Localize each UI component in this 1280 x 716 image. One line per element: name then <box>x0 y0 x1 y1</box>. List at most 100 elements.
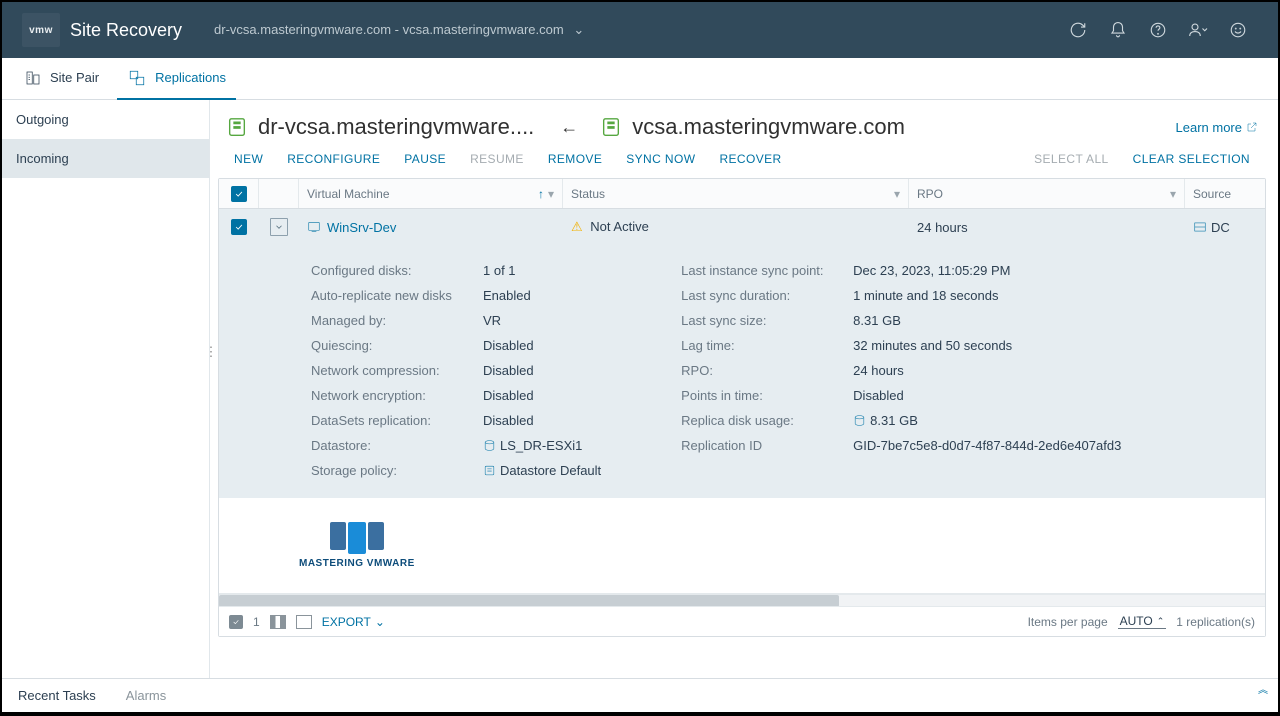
source-site-title: dr-vcsa.masteringvmware.... <box>258 114 534 140</box>
export-button[interactable]: EXPORT⌄ <box>322 615 385 629</box>
tab-replications-label: Replications <box>155 70 226 85</box>
detail-configured-disks-label: Configured disks: <box>311 263 471 278</box>
filter-icon[interactable]: ▾ <box>548 187 554 201</box>
layout-toggle-icon[interactable] <box>296 615 312 629</box>
detail-rpo: 24 hours <box>853 363 1121 378</box>
vm-name-link[interactable]: WinSrv-Dev <box>307 220 555 235</box>
action-remove[interactable]: REMOVE <box>548 152 602 166</box>
source-text: DC <box>1211 220 1230 235</box>
action-new[interactable]: NEW <box>234 152 263 166</box>
column-header-rpo-label: RPO <box>917 187 943 201</box>
smile-icon[interactable] <box>1218 10 1258 50</box>
tab-replications[interactable]: Replications <box>117 58 236 100</box>
detail-lag: 32 minutes and 50 seconds <box>853 338 1121 353</box>
detail-storage-policy[interactable]: Datastore Default <box>483 463 601 478</box>
vmware-logo: vmw <box>22 13 60 47</box>
detail-last-sync-label: Last instance sync point: <box>681 263 841 278</box>
action-sync-now[interactable]: SYNC NOW <box>626 152 695 166</box>
detail-auto-replicate: Enabled <box>483 288 601 303</box>
action-pause[interactable]: PAUSE <box>404 152 446 166</box>
status-text: Not Active <box>590 219 649 234</box>
tab-recent-tasks[interactable]: Recent Tasks <box>18 688 96 703</box>
tab-site-pair[interactable]: Site Pair <box>14 58 109 100</box>
detail-disk-usage-label: Replica disk usage: <box>681 413 841 428</box>
vcenter-icon <box>226 116 248 138</box>
site-pair-selector[interactable]: dr-vcsa.masteringvmware.com - vcsa.maste… <box>214 22 584 38</box>
sidebar-item-incoming[interactable]: Incoming <box>2 139 209 178</box>
column-header-source[interactable]: Source <box>1185 179 1265 208</box>
detail-last-size-label: Last sync size: <box>681 313 841 328</box>
detail-replication-id-label: Replication ID <box>681 438 841 453</box>
detail-network-compression: Disabled <box>483 363 601 378</box>
learn-more-label: Learn more <box>1176 120 1242 135</box>
detail-lag-label: Lag time: <box>681 338 841 353</box>
detail-pit-label: Points in time: <box>681 388 841 403</box>
detail-managed-by-label: Managed by: <box>311 313 471 328</box>
row-checkbox[interactable] <box>231 219 247 235</box>
filter-icon[interactable]: ▾ <box>894 187 900 201</box>
detail-datastore[interactable]: LS_DR-ESXi1 <box>483 438 601 453</box>
detail-last-duration: 1 minute and 18 seconds <box>853 288 1121 303</box>
action-recover[interactable]: RECOVER <box>719 152 781 166</box>
detail-storage-policy-label: Storage policy: <box>311 463 471 478</box>
column-header-vm[interactable]: Virtual Machine ↑ ▾ <box>299 179 563 208</box>
total-count: 1 replication(s) <box>1176 615 1255 629</box>
footer-selected-count: 1 <box>253 615 260 629</box>
sort-asc-icon[interactable]: ↑ <box>538 187 544 201</box>
user-menu[interactable] <box>1178 10 1218 50</box>
filter-icon[interactable]: ▾ <box>1170 187 1176 201</box>
column-header-status-label: Status <box>571 187 605 201</box>
detail-datastore-label: Datastore: <box>311 438 471 453</box>
items-per-page-value: AUTO <box>1120 614 1153 628</box>
column-header-expander <box>259 179 299 208</box>
detail-rpo-label: RPO: <box>681 363 841 378</box>
footer-selected-icon <box>229 615 243 629</box>
watermark-area: MASTERING VMWARE <box>219 498 1265 594</box>
detail-network-encryption: Disabled <box>483 388 601 403</box>
action-reconfigure[interactable]: RECONFIGURE <box>287 152 380 166</box>
external-link-icon <box>1246 121 1258 133</box>
items-per-page-selector[interactable]: AUTO ⌃ <box>1118 614 1167 629</box>
bell-icon[interactable] <box>1098 10 1138 50</box>
app-title: Site Recovery <box>70 20 182 41</box>
site-pair-label: dr-vcsa.masteringvmware.com - vcsa.maste… <box>214 22 564 37</box>
detail-quiescing-label: Quiescing: <box>311 338 471 353</box>
table-row[interactable]: WinSrv-Dev ⚠ Not Active 24 hours DC <box>219 209 1265 245</box>
row-expander[interactable] <box>270 218 288 236</box>
detail-network-compression-label: Network compression: <box>311 363 471 378</box>
detail-quiescing: Disabled <box>483 338 601 353</box>
detail-auto-replicate-label: Auto-replicate new disks <box>311 288 471 303</box>
warning-icon: ⚠ <box>571 219 583 234</box>
datacenter-icon <box>1193 220 1207 234</box>
column-header-source-label: Source <box>1193 187 1231 201</box>
building-icon <box>24 69 42 87</box>
replications-icon <box>127 69 147 87</box>
chevron-down-icon: ⌄ <box>573 22 584 37</box>
tab-alarms[interactable]: Alarms <box>126 688 166 703</box>
detail-network-encryption-label: Network encryption: <box>311 388 471 403</box>
detail-disk-usage[interactable]: 8.31 GB <box>853 413 1121 428</box>
detail-configured-disks: 1 of 1 <box>483 263 601 278</box>
collapse-panel-icon[interactable]: ︽ <box>1258 681 1268 696</box>
vm-name-text: WinSrv-Dev <box>327 220 396 235</box>
help-icon[interactable] <box>1138 10 1178 50</box>
column-header-checkbox[interactable] <box>219 179 259 208</box>
arrow-left-icon: ← <box>544 117 590 138</box>
horizontal-scrollbar[interactable] <box>219 594 1265 606</box>
columns-toggle-icon[interactable] <box>270 615 286 629</box>
watermark-text: MASTERING VMWARE <box>299 558 415 569</box>
tab-site-pair-label: Site Pair <box>50 70 99 85</box>
chevron-up-icon: ⌃ <box>1157 616 1165 627</box>
column-header-status[interactable]: Status ▾ <box>563 179 909 208</box>
action-clear-selection[interactable]: CLEAR SELECTION <box>1133 152 1250 166</box>
items-per-page-label: Items per page <box>1028 615 1108 629</box>
learn-more-link[interactable]: Learn more <box>1176 120 1258 135</box>
column-header-rpo[interactable]: RPO ▾ <box>909 179 1185 208</box>
detail-replication-id: GID-7be7c5e8-d0d7-4f87-844d-2ed6e407afd3 <box>853 438 1121 453</box>
rpo-text: 24 hours <box>909 220 1185 235</box>
splitter-handle[interactable]: ⋮ <box>208 340 214 364</box>
target-site-title: vcsa.masteringvmware.com <box>632 114 905 140</box>
column-header-vm-label: Virtual Machine <box>307 187 390 201</box>
refresh-icon[interactable] <box>1058 10 1098 50</box>
sidebar-item-outgoing[interactable]: Outgoing <box>2 100 209 139</box>
